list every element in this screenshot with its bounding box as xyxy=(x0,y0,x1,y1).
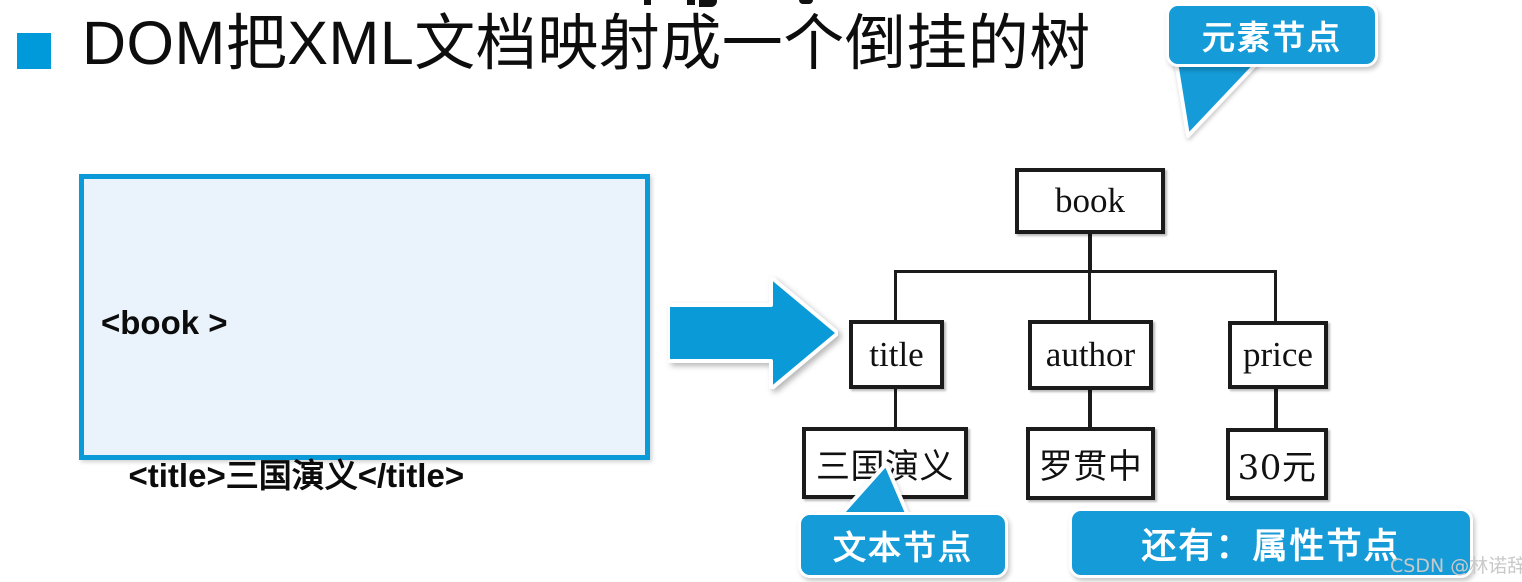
xml-code-lines: <book > <title>三国演义</title> <author>罗贯中<… xyxy=(101,195,639,582)
tree-node-label: 30元 xyxy=(1237,447,1317,488)
tree-connector xyxy=(1088,390,1092,428)
tree-node-author[interactable]: author xyxy=(1028,320,1153,390)
tree-node-title[interactable]: title xyxy=(849,320,944,389)
tree-node-label: book xyxy=(1055,181,1125,220)
tree-node-label: 罗贯中 xyxy=(1038,447,1143,487)
tree-text-node-price-value[interactable]: 30元 xyxy=(1226,428,1328,500)
csdn-watermark: CSDN @林诺辞 xyxy=(1390,555,1522,577)
page-title: DOM把XML文档映射成一个倒挂的树 xyxy=(82,9,1091,77)
xml-code-panel: <book > <title>三国演义</title> <author>罗贯中<… xyxy=(79,174,650,494)
callout-label: 元素节点 xyxy=(1202,19,1342,56)
clipped-ink-fragment xyxy=(699,0,717,7)
tree-node-book[interactable]: book xyxy=(1015,168,1165,234)
bullet-square-icon xyxy=(17,33,51,69)
tree-node-label: author xyxy=(1045,335,1136,374)
tree-connector xyxy=(1274,388,1278,429)
right-arrow-icon xyxy=(668,277,838,389)
clipped-ink-fragment xyxy=(644,0,651,5)
code-line: <title>三国演义</title> xyxy=(101,457,465,494)
tree-connector xyxy=(1274,270,1277,321)
callout-text-node[interactable]: 文本节点 xyxy=(798,512,1008,578)
tree-connector xyxy=(894,270,1276,273)
tree-connector xyxy=(894,388,897,428)
callout-label: 文本节点 xyxy=(833,529,973,566)
clipped-ink-fragment xyxy=(799,0,813,4)
callout-label: 还有：属性节点 xyxy=(1141,526,1401,566)
tree-node-label: title xyxy=(869,334,924,374)
callout-tail-element-node xyxy=(1174,60,1260,138)
tree-node-label: price xyxy=(1243,335,1313,374)
slide-canvas: DOM把XML文档映射成一个倒挂的树 <book > <title>三国演义</… xyxy=(0,0,1522,582)
clipped-ink-fragment xyxy=(687,0,695,5)
tree-connector xyxy=(1088,270,1091,321)
code-line: <book > xyxy=(101,304,228,341)
callout-element-node[interactable]: 元素节点 xyxy=(1166,3,1378,67)
tree-node-price[interactable]: price xyxy=(1228,321,1328,389)
tree-connector xyxy=(1088,233,1092,272)
tree-text-node-author-value[interactable]: 罗贯中 xyxy=(1026,427,1155,500)
tree-connector xyxy=(894,270,897,321)
